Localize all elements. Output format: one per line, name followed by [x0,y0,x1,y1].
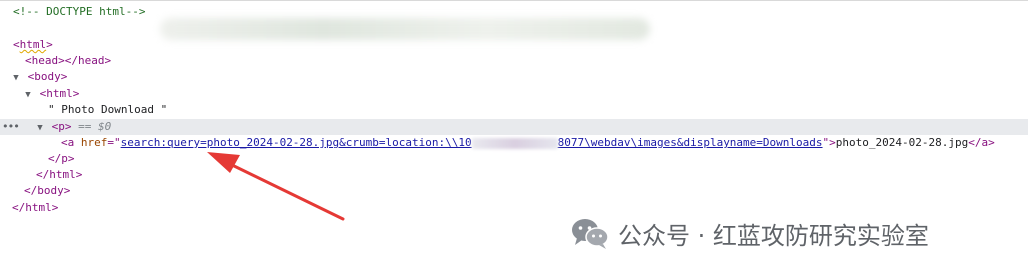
anchor-node-line[interactable]: <a href="search:query=photo_2024-02-28.j… [61,135,995,151]
html-close-line[interactable]: </html> [12,200,58,216]
head-tag-name: head [31,54,59,67]
head-node-line[interactable]: <head></head> [25,53,111,69]
inner-html-tag-name: html [46,87,73,100]
wechat-icon [572,219,609,249]
body-node-line[interactable]: ▼ <body> [11,69,67,85]
selected-marker: == $0 [78,120,112,133]
doctype-comment: <!-- DOCTYPE html--> [13,5,146,18]
p-tag-name: p [58,120,65,133]
a-tag-name: a [67,136,75,149]
html-node-line[interactable]: <html> [13,37,53,53]
triangle-down-icon[interactable]: ▼ [35,120,45,136]
body-close-line[interactable]: </body> [24,183,70,199]
inner-html-node-line[interactable]: ▼ <html> [23,86,79,102]
watermark: 公众号 · 红蓝攻防研究实验室 [570,213,929,253]
href-attr-name: href [80,136,108,149]
redacted-region [160,18,650,40]
text-node-line[interactable]: " Photo Download " [48,102,167,118]
a-close-tag-name: /a [974,136,989,149]
watermark-text: 公众号 · 红蓝攻防研究实验室 [618,221,929,250]
triangle-down-icon[interactable]: ▼ [23,87,33,103]
p-node-line-selected[interactable]: ••• ▼ <p> == $0 [0,119,1028,135]
redacted-ip [471,137,558,149]
doctype-comment-line[interactable]: <!-- DOCTYPE html--> [13,4,145,20]
href-link-suffix[interactable]: 8077\webdav\images&displayname=Downloads [558,136,823,149]
href-link-prefix[interactable]: search:query=photo_2024-02-28.jpg&crumb=… [121,136,472,149]
ellipsis-icon[interactable]: ••• [2,119,20,135]
top-border [0,0,1028,1]
inner-html-close-line[interactable]: </html> [36,167,82,183]
p-close-line[interactable]: </p> [48,151,75,167]
text-node: " Photo Download " [48,103,168,116]
html-tag-name: html [19,38,47,51]
triangle-down-icon[interactable]: ▼ [11,70,21,86]
body-close-tag-name: /body [30,184,64,197]
inner-html-close-tag-name: /html [42,168,76,181]
head-close-tag-name: /head [71,54,105,67]
html-close-tag-name: /html [18,201,52,214]
anchor-text: photo_2024-02-28.jpg [835,136,969,149]
p-close-tag-name: /p [54,152,68,165]
body-tag-name: body [34,70,61,83]
